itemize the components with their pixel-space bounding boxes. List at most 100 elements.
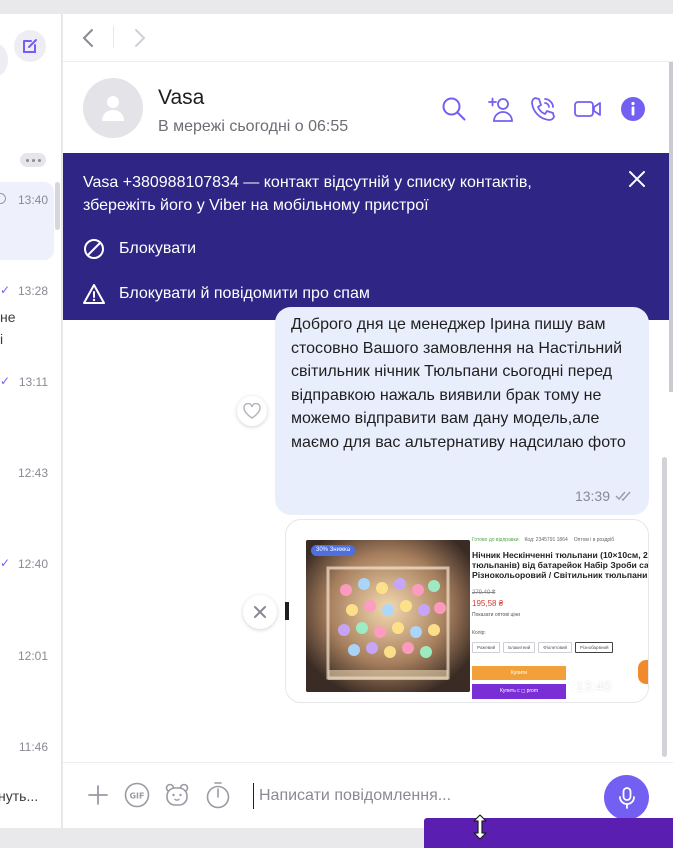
more-options-pill[interactable]: [20, 153, 46, 167]
block-and-report-button[interactable]: Блокувати й повідомити про спам: [83, 282, 370, 306]
chat-time: 12:01: [17, 649, 48, 663]
read-check-icon: ✓: [0, 283, 11, 297]
sticker-button[interactable]: [163, 781, 191, 809]
dismiss-image-button[interactable]: [243, 595, 277, 629]
chat-header: Vasa В мережі сьогодні о 06:55: [63, 62, 673, 154]
color-chip: Рожевий: [472, 642, 501, 653]
product-price: 195,58 ₴: [472, 599, 504, 608]
message-meta: 13:39: [575, 488, 633, 504]
microphone-icon: [618, 786, 635, 809]
color-chip: Фіолетовий: [538, 642, 573, 653]
warning-icon: [83, 284, 105, 304]
block-button[interactable]: Блокувати: [83, 237, 196, 261]
chat-time: 13:11: [18, 375, 48, 389]
add-participant-button[interactable]: [485, 94, 515, 124]
pending-icon: [0, 193, 6, 204]
message-input[interactable]: [253, 783, 593, 809]
chat-time: 13:40: [17, 193, 48, 207]
info-icon: [621, 97, 645, 121]
search-button[interactable]: [439, 94, 469, 124]
product-photo[interactable]: 30% Знижка: [306, 540, 470, 692]
video-call-button[interactable]: [573, 94, 603, 124]
chevron-left-icon: [82, 29, 93, 47]
product-title-line: Різнокольоровий / Світильник тюльпани: [472, 570, 648, 580]
chat-time: 13:28: [17, 284, 48, 298]
nav-divider: [113, 26, 114, 48]
chat-list-item[interactable]: ✓ 12:40: [0, 556, 61, 577]
avatar[interactable]: [83, 78, 143, 138]
contact-name[interactable]: Vasa: [158, 86, 204, 110]
window-edge: [669, 62, 673, 392]
color-label: Колір:: [472, 630, 486, 636]
resize-cursor-icon: [472, 814, 488, 840]
buy-button-image: Купити: [472, 666, 566, 680]
timer-icon: [206, 782, 230, 809]
product-title-line: Нічник Нескінченні тюльпани (10×10см, 2: [472, 550, 648, 560]
chat-snippet: і: [0, 331, 4, 347]
add-user-icon: [488, 97, 513, 122]
chat-snippet: не: [0, 309, 16, 325]
message-bubble[interactable]: Доброго дня це менеджер Ірина пишу вам с…: [275, 307, 649, 515]
read-check-icon: ✓: [0, 556, 11, 570]
chat-list-item[interactable]: 11:46: [0, 740, 61, 760]
chat-scrollbar[interactable]: [662, 457, 667, 757]
close-icon: [254, 606, 266, 618]
floating-widget: [638, 660, 648, 684]
contact-status: В мережі сьогодні о 06:55: [158, 118, 349, 135]
background-window: [424, 818, 673, 848]
info-button[interactable]: [618, 94, 648, 124]
heart-icon: [243, 403, 261, 419]
color-chip: Блакитний: [503, 642, 536, 653]
sidebar-top-button[interactable]: [0, 44, 8, 76]
back-button[interactable]: [79, 26, 99, 50]
window-top-strip: [63, 0, 673, 14]
banner-close-button[interactable]: [625, 167, 649, 191]
block-report-label: Блокувати й повідомити про спам: [119, 285, 370, 302]
forward-button[interactable]: [129, 26, 149, 50]
chat-list-item[interactable]: 12:01: [0, 649, 61, 669]
svg-text:GIF: GIF: [129, 792, 144, 801]
chat-time: 11:46: [18, 740, 48, 754]
search-icon: [442, 97, 466, 121]
chat-list-item[interactable]: 13:40: [0, 193, 61, 213]
chat-list-item[interactable]: 12:43: [0, 466, 61, 486]
product-meta: Готово до відправки Код: 2345791 1864 Оп…: [472, 537, 648, 543]
timer-button[interactable]: [204, 781, 232, 809]
like-button[interactable]: [237, 396, 267, 426]
chat-list-sidebar: 13:40 ✓ 13:28 не і ✓ 13:11 12:43 ✓ 12:40…: [0, 14, 62, 828]
message-time: 13:39: [574, 488, 610, 504]
wholesale-price-link: Показати оптові ціни: [472, 612, 521, 618]
user-icon: [102, 96, 124, 121]
resize-handle[interactable]: [285, 602, 289, 620]
chat-time: 12:43: [17, 466, 48, 480]
plus-icon: [88, 785, 108, 805]
banner-message: Vasa +380988107834 — контакт відсутній у…: [83, 174, 532, 214]
prom-button-image: Купить с ◻ prom: [472, 684, 566, 699]
chevron-right-icon: [135, 29, 146, 47]
old-price: 279,40 ₴: [472, 590, 496, 596]
block-icon: [84, 239, 104, 259]
discount-badge: 30% Знижка: [311, 545, 356, 556]
conversation-panel: Vasa В мережі сьогодні о 06:55 Vasa +380…: [63, 62, 673, 828]
gif-icon: GIF: [124, 782, 150, 808]
gif-button[interactable]: GIF: [123, 781, 151, 809]
audio-call-button[interactable]: [528, 94, 558, 124]
color-options: Рожевий Блакитний Фіолетовий Різнобарвни…: [472, 642, 614, 653]
product-code: Код: 2345791 1864: [524, 537, 568, 543]
block-label: Блокувати: [119, 240, 197, 257]
availability-text: Готово до відправки: [472, 537, 519, 543]
read-check-icon: ✓: [0, 374, 11, 388]
compose-button[interactable]: [14, 30, 46, 62]
chat-list-item[interactable]: ✓ 13:28: [0, 283, 61, 304]
sticker-bear-icon: [165, 783, 189, 806]
voice-message-button[interactable]: [604, 775, 649, 820]
image-message[interactable]: 30% Знижка Готово до відправки Код: 2345…: [285, 519, 649, 703]
close-icon: [629, 171, 645, 187]
attach-button[interactable]: [84, 781, 112, 809]
message-text: Доброго дня це менеджер Ірина пишу вам с…: [291, 316, 626, 451]
phone-icon: [531, 97, 555, 121]
chat-list-item[interactable]: ✓ 13:11: [0, 374, 61, 395]
unknown-contact-banner: Vasa +380988107834 — контакт відсутній у…: [63, 153, 669, 320]
product-screenshot: Готово до відправки Код: 2345791 1864 Оп…: [470, 532, 648, 702]
navigation-bar: [63, 14, 673, 62]
